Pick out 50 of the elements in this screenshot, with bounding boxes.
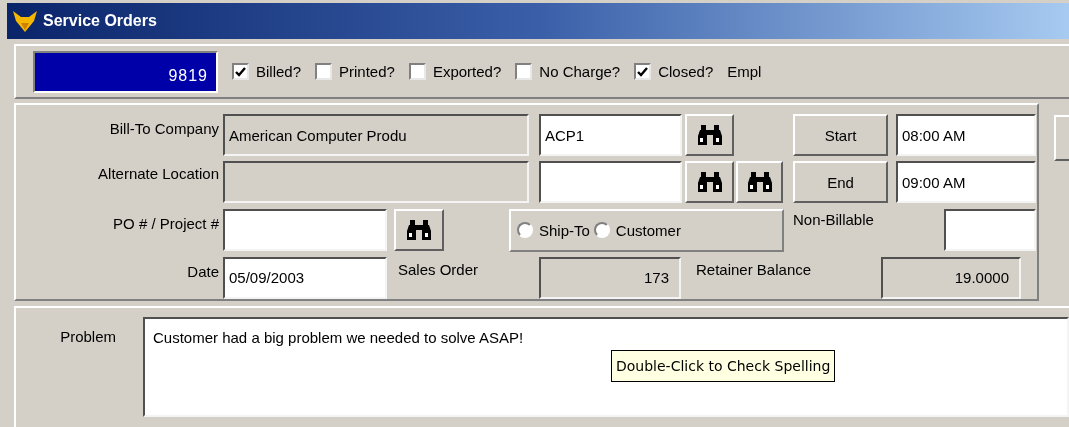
company-field[interactable]: American Computer Produ bbox=[223, 114, 529, 156]
non-billable-field[interactable] bbox=[944, 208, 1036, 251]
start-button[interactable]: Start bbox=[793, 114, 888, 156]
checkbox-label: Closed? bbox=[658, 63, 714, 80]
field-label: Retainer Balance bbox=[696, 259, 813, 278]
start-time-field[interactable]: 08:00 AM bbox=[896, 114, 1036, 156]
tooltip: Double-Click to Check Spelling bbox=[611, 350, 836, 382]
radio-button[interactable] bbox=[593, 222, 610, 239]
sales-order-field[interactable]: 173 bbox=[539, 256, 681, 299]
binoculars-icon bbox=[746, 171, 773, 194]
checkbox[interactable] bbox=[315, 63, 333, 80]
binoculars-icon bbox=[406, 218, 432, 241]
field-label: Non-Billable bbox=[793, 209, 875, 228]
field-label: Date bbox=[186, 261, 219, 280]
lookup-button[interactable] bbox=[685, 161, 734, 204]
fox-head-icon bbox=[11, 9, 39, 33]
radio-label: Customer bbox=[615, 221, 681, 239]
end-time-field[interactable]: 09:00 AM bbox=[896, 161, 1036, 204]
checkbox-label: Billed? bbox=[256, 63, 302, 80]
lookup-button[interactable] bbox=[736, 161, 783, 204]
field-label: Empl bbox=[727, 63, 762, 80]
binoculars-icon bbox=[696, 124, 723, 146]
location-code-field[interactable] bbox=[539, 161, 682, 204]
location-field[interactable] bbox=[223, 161, 529, 204]
window-title: Service Orders bbox=[43, 12, 157, 30]
checkbox-label: Exported? bbox=[432, 63, 502, 80]
radio-button[interactable] bbox=[517, 222, 533, 239]
field-label: Bill-To Company bbox=[108, 119, 219, 137]
checkbox[interactable] bbox=[232, 63, 249, 80]
lookup-button[interactable] bbox=[394, 208, 444, 251]
date-field[interactable]: 05/09/2003 bbox=[223, 256, 387, 299]
checkbox-label: No Charge? bbox=[539, 63, 621, 80]
checkbox[interactable] bbox=[634, 63, 652, 80]
field-label: PO # / Project # bbox=[112, 213, 219, 232]
order-number-field[interactable]: 9819 bbox=[33, 50, 218, 93]
company-code-field[interactable]: ACP1 bbox=[539, 114, 682, 156]
radio-label: Ship-To bbox=[539, 221, 590, 239]
checkbox-label: Printed? bbox=[339, 63, 395, 80]
checkmark-icon bbox=[637, 66, 649, 77]
field-label: Problem bbox=[59, 327, 117, 345]
retainer-balance-field[interactable]: 19.0000 bbox=[881, 256, 1021, 299]
checkbox[interactable] bbox=[515, 63, 533, 80]
end-button[interactable]: End bbox=[793, 161, 888, 204]
checkmark-icon bbox=[235, 66, 246, 77]
checkbox[interactable] bbox=[408, 63, 426, 80]
field-label: Alternate Location bbox=[97, 164, 219, 183]
binoculars-icon bbox=[696, 171, 723, 194]
lookup-button[interactable] bbox=[685, 114, 734, 156]
field-label: Sales Order bbox=[398, 259, 480, 278]
po-field[interactable] bbox=[223, 208, 387, 251]
